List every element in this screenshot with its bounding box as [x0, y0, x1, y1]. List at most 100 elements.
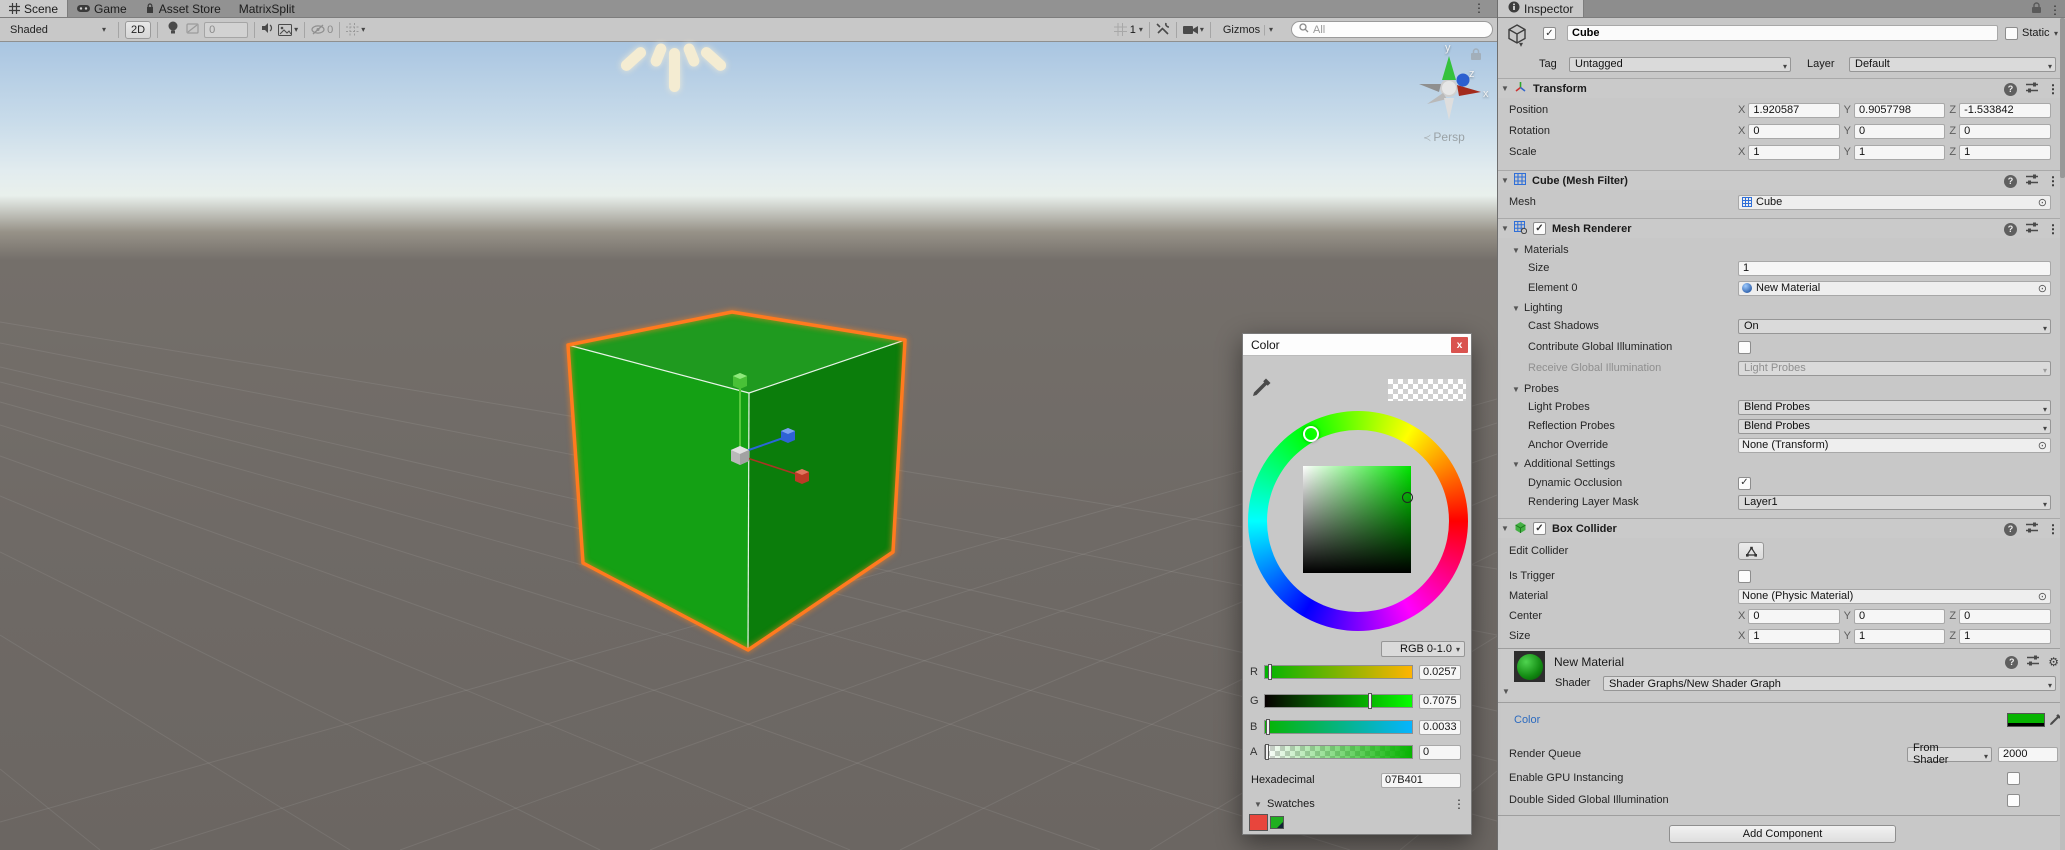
gear-icon[interactable]: ⚙: [2048, 655, 2059, 669]
gameobject-name-input[interactable]: [1567, 25, 1998, 41]
rotation-x-field[interactable]: 0: [1748, 124, 1839, 139]
lighting-foldout[interactable]: ▼Lighting: [1498, 300, 2057, 316]
mesh-object-field[interactable]: Cube ⊙: [1738, 195, 2051, 210]
alpha-slider[interactable]: [1264, 745, 1413, 759]
help-icon[interactable]: ?: [2004, 523, 2017, 536]
axis-z-cone[interactable]: [1457, 74, 1470, 87]
swatches-kebab-icon[interactable]: ⋮: [1453, 799, 1465, 809]
scale-gizmo-x-handle[interactable]: [795, 469, 809, 484]
material-foldout-icon[interactable]: ▼: [1502, 687, 1510, 696]
eyedropper-icon[interactable]: [1251, 376, 1273, 401]
size-x-field[interactable]: 1: [1748, 629, 1839, 644]
static-dropdown-icon[interactable]: ▾: [2054, 29, 2058, 38]
object-picker-icon[interactable]: ⊙: [2038, 590, 2047, 603]
scale-x-field[interactable]: 1: [1748, 145, 1839, 160]
swatch-red[interactable]: [1249, 814, 1268, 831]
scale-y-field[interactable]: 1: [1854, 145, 1945, 160]
kebab-icon[interactable]: ⋮: [2047, 224, 2059, 234]
kebab-icon[interactable]: ⋮: [2047, 176, 2059, 186]
materials-size-field[interactable]: 1: [1738, 261, 2051, 276]
dynamic-occlusion-checkbox[interactable]: ✓: [1738, 477, 1751, 490]
scale-z-field[interactable]: 1: [1959, 145, 2051, 160]
edit-collider-button[interactable]: [1738, 542, 1764, 560]
object-picker-icon[interactable]: ⊙: [2038, 439, 2047, 452]
transform-header[interactable]: ▼ Transform ? ⋮: [1498, 78, 2065, 98]
swatches-row[interactable]: ▼ Swatches ⋮: [1243, 795, 1471, 813]
red-value-field[interactable]: 0.0257: [1419, 665, 1461, 680]
render-queue-mode-dropdown[interactable]: From Shader▾: [1907, 747, 1992, 762]
green-slider[interactable]: [1264, 694, 1413, 708]
shader-dropdown[interactable]: Shader Graphs/New Shader Graph▾: [1603, 676, 2056, 691]
mesh-renderer-header[interactable]: ▼ ✓ Mesh Renderer ? ⋮: [1498, 218, 2065, 238]
tab-inspector[interactable]: Inspector: [1498, 0, 1584, 17]
sv-handle[interactable]: [1402, 492, 1413, 503]
preset-icon[interactable]: [2027, 655, 2039, 669]
is-trigger-checkbox[interactable]: [1738, 570, 1751, 583]
blue-slider[interactable]: [1264, 720, 1413, 734]
reflection-probes-dropdown[interactable]: Blend Probes▾: [1738, 419, 2051, 434]
help-icon[interactable]: ?: [2004, 223, 2017, 236]
color-window-titlebar[interactable]: Color x: [1243, 334, 1471, 356]
mesh-renderer-enabled-checkbox[interactable]: ✓: [1533, 222, 1546, 235]
size-y-field[interactable]: 1: [1854, 629, 1945, 644]
cast-shadows-dropdown[interactable]: On▾: [1738, 319, 2051, 334]
blue-value-field[interactable]: 0.0033: [1419, 720, 1461, 735]
preset-icon[interactable]: [2026, 522, 2038, 536]
kebab-icon[interactable]: ⋮: [2047, 84, 2059, 94]
help-icon[interactable]: ?: [2004, 175, 2017, 188]
preset-icon[interactable]: [2026, 174, 2038, 188]
kebab-icon[interactable]: ⋮: [2047, 524, 2059, 534]
size-z-field[interactable]: 1: [1959, 629, 2051, 644]
cube-object-icon[interactable]: ▾: [1507, 24, 1527, 49]
swatch-green[interactable]: [1270, 816, 1284, 829]
dsgi-checkbox[interactable]: [2007, 794, 2020, 807]
add-component-button[interactable]: Add Component: [1669, 825, 1896, 843]
rgb-mode-dropdown[interactable]: RGB 0-1.0▾: [1381, 641, 1465, 657]
scale-gizmo-y-handle[interactable]: [733, 373, 747, 389]
center-y-field[interactable]: 0: [1854, 609, 1945, 624]
additional-settings-foldout[interactable]: ▼Additional Settings: [1498, 456, 2057, 472]
position-z-field[interactable]: -1.533842: [1959, 103, 2051, 118]
light-probes-dropdown[interactable]: Blend Probes▾: [1738, 400, 2051, 415]
box-collider-header[interactable]: ▼ ✓ Box Collider ? ⋮: [1498, 518, 2065, 538]
position-y-field[interactable]: 0.9057798: [1854, 103, 1945, 118]
center-x-field[interactable]: 0: [1748, 609, 1839, 624]
tag-dropdown[interactable]: Untagged▾: [1569, 57, 1791, 72]
layer-dropdown[interactable]: Default▾: [1849, 57, 2056, 72]
contribute-gi-checkbox[interactable]: [1738, 341, 1751, 354]
alpha-value-field[interactable]: 0: [1419, 745, 1461, 760]
anchor-override-field[interactable]: None (Transform)⊙: [1738, 438, 2051, 453]
materials-foldout[interactable]: ▼Materials: [1498, 242, 2057, 258]
hex-input[interactable]: 07B401: [1381, 773, 1461, 788]
rotation-y-field[interactable]: 0: [1854, 124, 1945, 139]
cube-object[interactable]: [568, 312, 905, 650]
axis-y-cone[interactable]: [1442, 56, 1456, 80]
inspector-lock-icon[interactable]: [2031, 2, 2042, 17]
hue-handle[interactable]: [1303, 426, 1319, 442]
position-x-field[interactable]: 1.920587: [1748, 103, 1839, 118]
material-preview[interactable]: [1514, 651, 1545, 682]
material-color-swatch[interactable]: [2007, 713, 2045, 727]
close-icon[interactable]: x: [1451, 337, 1468, 353]
inspector-scrollbar[interactable]: [2060, 18, 2065, 850]
green-value-field[interactable]: 0.7075: [1419, 694, 1461, 709]
preset-icon[interactable]: [2026, 222, 2038, 236]
material-header[interactable]: ▼ New Material ? ⚙ Shader Shader Graphs/…: [1498, 649, 2065, 700]
box-collider-enabled-checkbox[interactable]: ✓: [1533, 522, 1546, 535]
axis-x-cone[interactable]: [1457, 85, 1481, 96]
red-slider[interactable]: [1264, 665, 1413, 679]
gpu-instancing-checkbox[interactable]: [2007, 772, 2020, 785]
help-icon[interactable]: ?: [2005, 656, 2018, 669]
saturation-value-box[interactable]: [1303, 466, 1411, 573]
preset-icon[interactable]: [2026, 82, 2038, 96]
help-icon[interactable]: ?: [2004, 83, 2017, 96]
mesh-filter-header[interactable]: ▼ Cube (Mesh Filter) ? ⋮: [1498, 170, 2065, 190]
element0-object-field[interactable]: New Material ⊙: [1738, 281, 2051, 296]
active-checkbox[interactable]: ✓: [1543, 27, 1556, 40]
render-queue-value-field[interactable]: 2000: [1998, 747, 2058, 762]
persp-label[interactable]: ≺Persp: [1423, 130, 1465, 144]
object-picker-icon[interactable]: ⊙: [2038, 282, 2047, 295]
scale-gizmo-z-handle[interactable]: [781, 428, 795, 443]
probes-foldout[interactable]: ▼Probes: [1498, 381, 2057, 397]
center-z-field[interactable]: 0: [1959, 609, 2051, 624]
